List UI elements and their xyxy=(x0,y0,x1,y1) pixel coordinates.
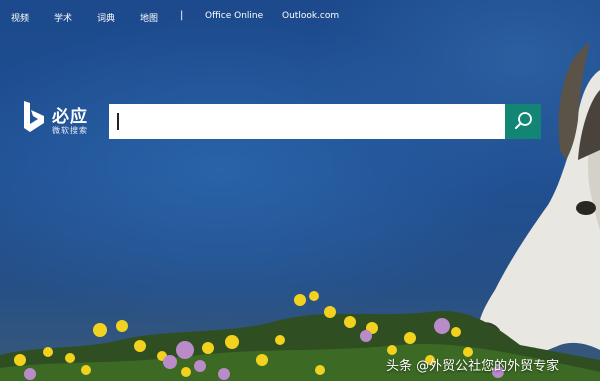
nav-link-outlook[interactable]: Outlook.com xyxy=(282,11,339,21)
goat-illustration xyxy=(477,42,600,358)
bing-logo[interactable]: 必应 微软搜索 xyxy=(22,100,102,140)
top-nav: 视频 学术 词典 地图 | Office Online Outlook.com xyxy=(0,0,600,34)
watermark-text: 头条 @外贸公社您的外贸专家 xyxy=(386,359,560,374)
background-scene xyxy=(0,42,600,381)
search-button[interactable] xyxy=(505,104,541,139)
logo-name: 必应 xyxy=(52,107,88,127)
bing-b-icon xyxy=(24,101,44,132)
search-box xyxy=(109,104,505,139)
nav-link-office-online[interactable]: Office Online xyxy=(205,11,263,21)
nav-item-video[interactable]: 视频 xyxy=(11,11,29,24)
search-input[interactable] xyxy=(109,104,505,139)
search-icon xyxy=(515,112,532,129)
nav-separator: | xyxy=(180,10,184,21)
nav-item-maps[interactable]: 地图 xyxy=(140,11,158,24)
text-caret xyxy=(117,113,119,130)
logo-subtitle: 微软搜索 xyxy=(52,126,88,135)
nav-item-academic[interactable]: 学术 xyxy=(54,11,72,24)
nav-item-dictionary[interactable]: 词典 xyxy=(97,11,115,24)
